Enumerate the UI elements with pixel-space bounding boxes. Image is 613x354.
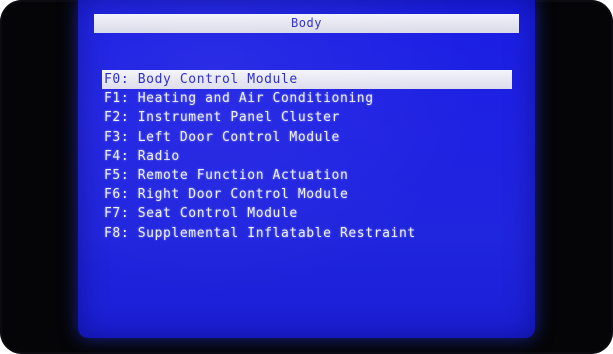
menu-item-separator: : xyxy=(120,129,138,145)
menu-item-label: Heating and Air Conditioning xyxy=(137,91,374,107)
menu-item-remote-function-actuation[interactable]: F5: Remote Function Actuation xyxy=(102,166,512,185)
menu-item-label: Supplemental Inflatable Restraint xyxy=(137,225,416,241)
menu-item-body-control-module[interactable]: F0: Body Control Module xyxy=(102,70,512,90)
menu-item-label: Instrument Panel Cluster xyxy=(137,110,340,126)
menu-item-label: Left Door Control Module xyxy=(137,129,340,145)
menu-item-supplemental-inflatable-restraint[interactable]: F8: Supplemental Inflatable Restraint xyxy=(102,224,512,243)
menu-item-separator: : xyxy=(120,110,138,126)
menu-item-seat-control-module[interactable]: F7: Seat Control Module xyxy=(102,204,512,223)
menu-item-label: Body Control Module xyxy=(137,72,298,87)
module-menu: F0: Body Control Module F1: Heating and … xyxy=(102,70,512,243)
menu-item-key: F7 xyxy=(104,206,121,222)
menu-item-instrument-panel-cluster[interactable]: F2: Instrument Panel Cluster xyxy=(102,108,512,127)
menu-item-heating-and-air-conditioning[interactable]: F1: Heating and Air Conditioning xyxy=(102,89,512,108)
menu-item-separator: : xyxy=(120,148,138,164)
menu-item-key: F1 xyxy=(104,91,121,107)
scan-tool-screen: Body F0: Body Control Module F1: Heating… xyxy=(78,0,535,338)
menu-item-separator: : xyxy=(120,225,138,241)
menu-item-label: Seat Control Module xyxy=(137,206,298,222)
menu-item-separator: : xyxy=(120,72,138,87)
menu-item-key: F2 xyxy=(104,110,121,126)
menu-item-left-door-control-module[interactable]: F3: Left Door Control Module xyxy=(102,128,512,147)
menu-item-label: Radio xyxy=(137,148,180,164)
menu-item-label: Right Door Control Module xyxy=(137,187,349,203)
menu-item-right-door-control-module[interactable]: F6: Right Door Control Module xyxy=(102,185,512,204)
device-photo: Body F0: Body Control Module F1: Heating… xyxy=(0,0,613,354)
menu-item-key: F4 xyxy=(104,148,121,164)
menu-item-key: F6 xyxy=(104,187,121,203)
menu-item-key: F8 xyxy=(104,225,121,241)
menu-item-key: F3 xyxy=(104,129,121,145)
menu-item-separator: : xyxy=(120,91,138,107)
menu-item-key: F0 xyxy=(104,72,121,87)
menu-item-separator: : xyxy=(120,167,138,183)
menu-item-label: Remote Function Actuation xyxy=(137,167,349,183)
menu-item-key: F5 xyxy=(104,167,121,183)
menu-item-radio[interactable]: F4: Radio xyxy=(102,147,512,166)
menu-item-separator: : xyxy=(120,187,138,203)
screen-title: Body xyxy=(94,14,519,33)
menu-item-separator: : xyxy=(120,206,138,222)
